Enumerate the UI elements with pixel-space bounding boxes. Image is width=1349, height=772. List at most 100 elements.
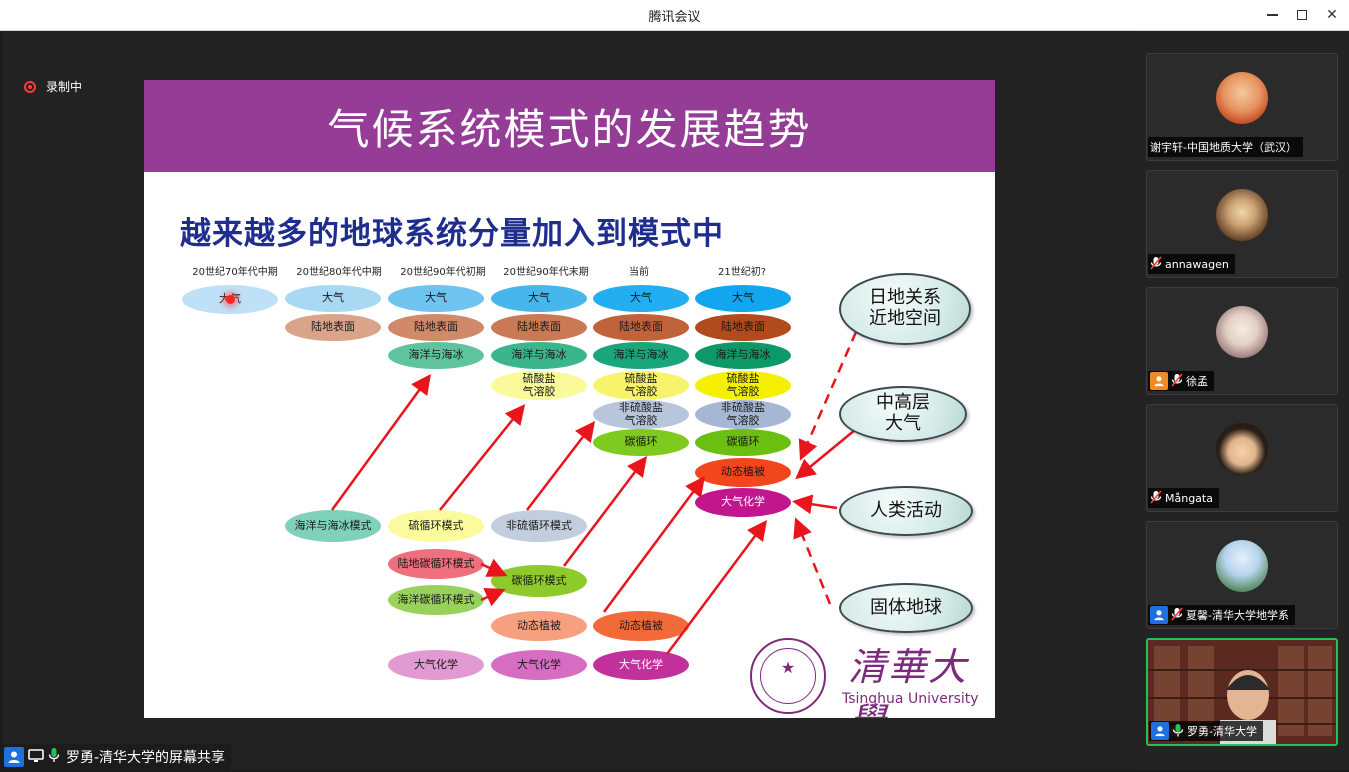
component-land-surface: 陆地表面	[695, 314, 791, 341]
slide-title: 气候系统模式的发展趋势	[327, 105, 812, 154]
participant-name: 罗勇-清华大学	[1187, 725, 1257, 738]
participant-label: 谢宇轩-中国地质大学（武汉）	[1148, 137, 1303, 157]
recording-label: 录制中	[46, 80, 83, 94]
component-atmosphere: 大气	[695, 285, 791, 312]
app-title: 腾讯会议	[648, 10, 701, 25]
model-dynamic-vegetation: 动态植被	[491, 611, 587, 641]
component-land-surface: 陆地表面	[285, 314, 381, 341]
model-nonsulfur-cycle: 非硫循环模式	[491, 510, 587, 542]
bubble-solid-earth: 固体地球	[839, 583, 973, 633]
component-atmosphere: 大气	[593, 285, 689, 312]
component-ocean-ice: 海洋与海冰	[388, 342, 484, 369]
participant-name: 徐孟	[1186, 375, 1208, 388]
minimize-icon[interactable]	[1257, 2, 1287, 28]
participant-tile[interactable]: 夏馨-清华大学地学系	[1146, 521, 1338, 629]
participant-tile[interactable]: Mångata	[1146, 404, 1338, 512]
user-icon	[1150, 606, 1168, 624]
arrow	[795, 424, 862, 480]
close-icon[interactable]: ✕	[1317, 2, 1347, 28]
mic-muted-icon	[1171, 606, 1183, 625]
mic-muted-icon	[1171, 372, 1183, 391]
component-ocean-ice: 海洋与海冰	[593, 342, 689, 369]
participant-label: 徐孟	[1148, 371, 1214, 391]
participant-label: 夏馨-清华大学地学系	[1148, 605, 1295, 625]
arrow	[665, 519, 767, 655]
participant-name: Mångata	[1165, 491, 1213, 505]
component-sulfate-aerosol: 硫酸盐 气溶胶	[593, 371, 689, 400]
participant-name: annawagen	[1165, 257, 1229, 271]
component-atmospheric-chemistry: 大气化学	[695, 488, 791, 517]
model-ocean-carbon: 海洋碳循环模式	[388, 585, 484, 615]
component-carbon-cycle: 碳循环	[695, 429, 791, 456]
bubble-upper-atmosphere: 中高层 大气	[839, 386, 967, 442]
recording-indicator: 录制中	[24, 78, 82, 95]
model-dynamic-vegetation: 动态植被	[593, 611, 689, 641]
bubble-solar-terrestrial: 日地关系 近地空间	[839, 273, 971, 345]
maximize-icon[interactable]	[1287, 2, 1317, 28]
component-dynamic-vegetation: 动态植被	[695, 458, 791, 487]
avatar-photo-icon	[1216, 306, 1268, 358]
mic-muted-icon	[1150, 255, 1162, 274]
participant-tile[interactable]: 徐孟	[1146, 287, 1338, 395]
pointer-icon	[226, 295, 235, 304]
participant-label: annawagen	[1148, 254, 1235, 274]
component-nonsulfate-aerosol: 非硫酸盐 气溶胶	[695, 400, 791, 429]
mic-on-icon[interactable]	[48, 747, 60, 767]
component-land-surface: 陆地表面	[593, 314, 689, 341]
component-ocean-ice: 海洋与海冰	[491, 342, 587, 369]
component-land-surface: 陆地表面	[388, 314, 484, 341]
component-sulfate-aerosol: 硫酸盐 气溶胶	[695, 371, 791, 400]
component-land-surface: 陆地表面	[491, 314, 587, 341]
col-header: 21世纪初?	[717, 267, 767, 278]
user-icon	[4, 747, 24, 767]
model-atmospheric-chemistry: 大气化学	[491, 650, 587, 680]
model-ocean-ice: 海洋与海冰模式	[285, 510, 381, 542]
avatar-photo-icon	[1216, 540, 1268, 592]
shared-screen: 气候系统模式的发展趋势 越来越多的地球系统分量加入到模式中 20世纪70年代中期…	[144, 80, 995, 718]
participant-label: 罗勇-清华大学	[1149, 721, 1263, 741]
record-icon	[24, 80, 36, 93]
avatar-photo-icon	[1216, 423, 1268, 475]
university-seal-logo: ★	[750, 638, 826, 714]
component-carbon-cycle: 碳循环	[593, 429, 689, 456]
model-land-carbon: 陆地碳循环模式	[388, 549, 484, 579]
model-carbon-cycle: 碳循环模式	[491, 565, 587, 597]
participant-name: 夏馨-清华大学地学系	[1186, 609, 1289, 622]
component-atmosphere: 大气	[285, 285, 381, 312]
participant-panel: 谢宇轩-中国地质大学（武汉） annawagen 徐孟 Mångata 夏馨-清…	[1138, 31, 1349, 770]
arrow-dashed	[793, 517, 832, 605]
mic-on-icon	[1172, 722, 1184, 741]
arrow	[439, 404, 526, 511]
arrow	[526, 421, 596, 511]
component-atmosphere: 大气	[491, 285, 587, 312]
model-atmospheric-chemistry: 大气化学	[593, 650, 689, 680]
arrow	[563, 456, 648, 567]
title-bar: 腾讯会议 ✕	[0, 0, 1349, 31]
arrow-dashed	[798, 331, 858, 461]
participant-tile[interactable]: annawagen	[1146, 170, 1338, 278]
avatar-photo-icon	[1216, 72, 1268, 124]
user-icon	[1151, 722, 1169, 740]
model-atmospheric-chemistry: 大气化学	[388, 650, 484, 680]
participant-name: 谢宇轩-中国地质大学（武汉）	[1150, 141, 1297, 154]
col-header: 当前	[629, 267, 649, 278]
arrow	[792, 494, 838, 515]
participant-tile[interactable]: 谢宇轩-中国地质大学（武汉）	[1146, 53, 1338, 161]
avatar-photo-icon	[1216, 189, 1268, 241]
component-nonsulfate-aerosol: 非硫酸盐 气溶胶	[593, 400, 689, 429]
slide-subtitle: 越来越多的地球系统分量加入到模式中	[180, 216, 724, 252]
col-header: 20世纪80年代中期	[296, 267, 382, 278]
share-status-bar: 罗勇-清华大学的屏幕共享	[0, 744, 232, 770]
bubble-human-activity: 人类活动	[839, 486, 973, 536]
participant-tile-active[interactable]: 罗勇-清华大学	[1146, 638, 1338, 746]
col-header: 20世纪70年代中期	[192, 267, 278, 278]
slide-header: 气候系统模式的发展趋势	[144, 80, 995, 172]
participant-label: Mångata	[1148, 488, 1219, 508]
user-icon	[1150, 372, 1168, 390]
arrow	[602, 475, 705, 613]
arrow	[330, 373, 431, 511]
university-name-en: Tsinghua University	[842, 691, 979, 707]
model-sulfur-cycle: 硫循环模式	[388, 510, 484, 542]
arrow	[480, 588, 506, 607]
component-atmosphere: 大气	[388, 285, 484, 312]
